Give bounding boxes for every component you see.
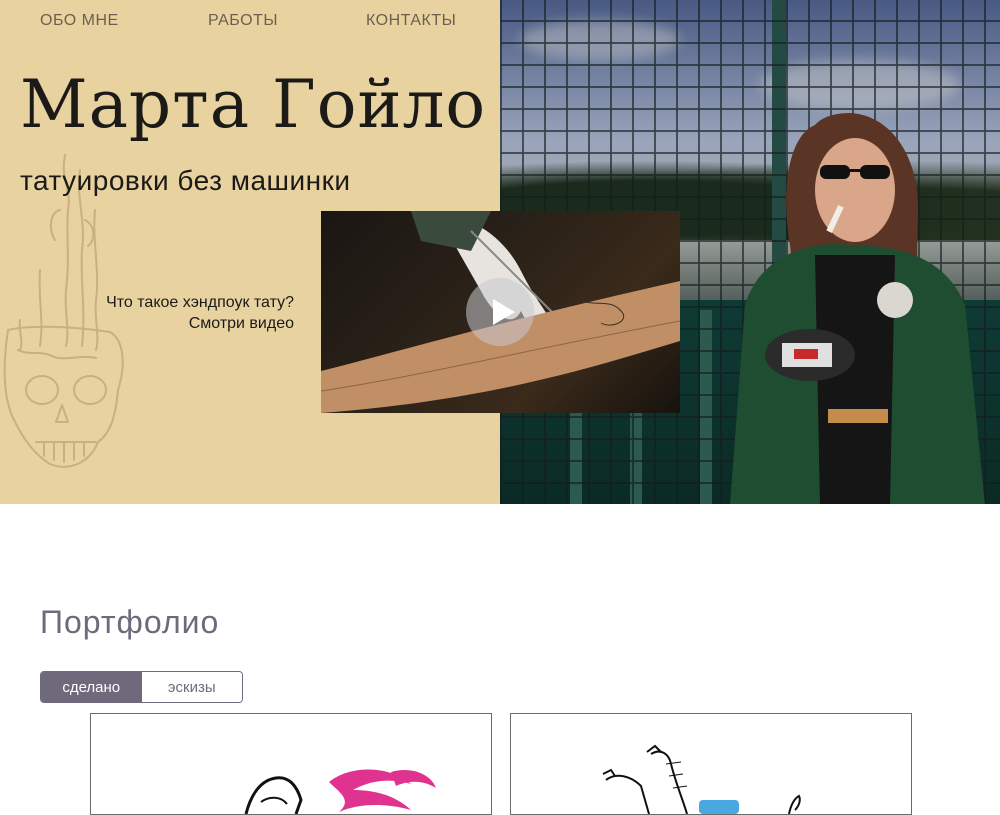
top-navigation: ОБО МНЕ РАБОТЫ КОНТАКТЫ	[0, 12, 500, 36]
tattoo-illustration	[602, 744, 801, 814]
play-icon[interactable]	[466, 278, 534, 346]
page-title: Марта Гойло	[20, 66, 487, 143]
hero-section: ОБО МНЕ РАБОТЫ КОНТАКТЫ Марта Гойло тату…	[0, 0, 1000, 504]
handpoke-video-player[interactable]	[321, 211, 680, 413]
portfolio-filter-toggle: сделано эскизы	[40, 671, 243, 703]
nav-link-about[interactable]: ОБО МНЕ	[40, 12, 119, 30]
tab-done[interactable]: сделано	[41, 672, 142, 702]
video-cta-text: Что такое хэндпоук тату? Смотри видео	[106, 292, 294, 334]
nav-link-works[interactable]: РАБОТЫ	[208, 12, 278, 30]
video-cta-link[interactable]: Смотри видео	[106, 313, 294, 334]
nav-link-contacts[interactable]: КОНТАКТЫ	[366, 12, 456, 30]
tab-sketches[interactable]: эскизы	[141, 672, 242, 702]
page-subtitle: татуировки без машинки	[20, 165, 351, 196]
portfolio-heading: Портфолио	[40, 604, 220, 640]
portrait-figure	[730, 113, 985, 504]
tattoo-illustration	[244, 769, 436, 814]
video-cta-question: Что такое хэндпоук тату?	[106, 294, 294, 311]
